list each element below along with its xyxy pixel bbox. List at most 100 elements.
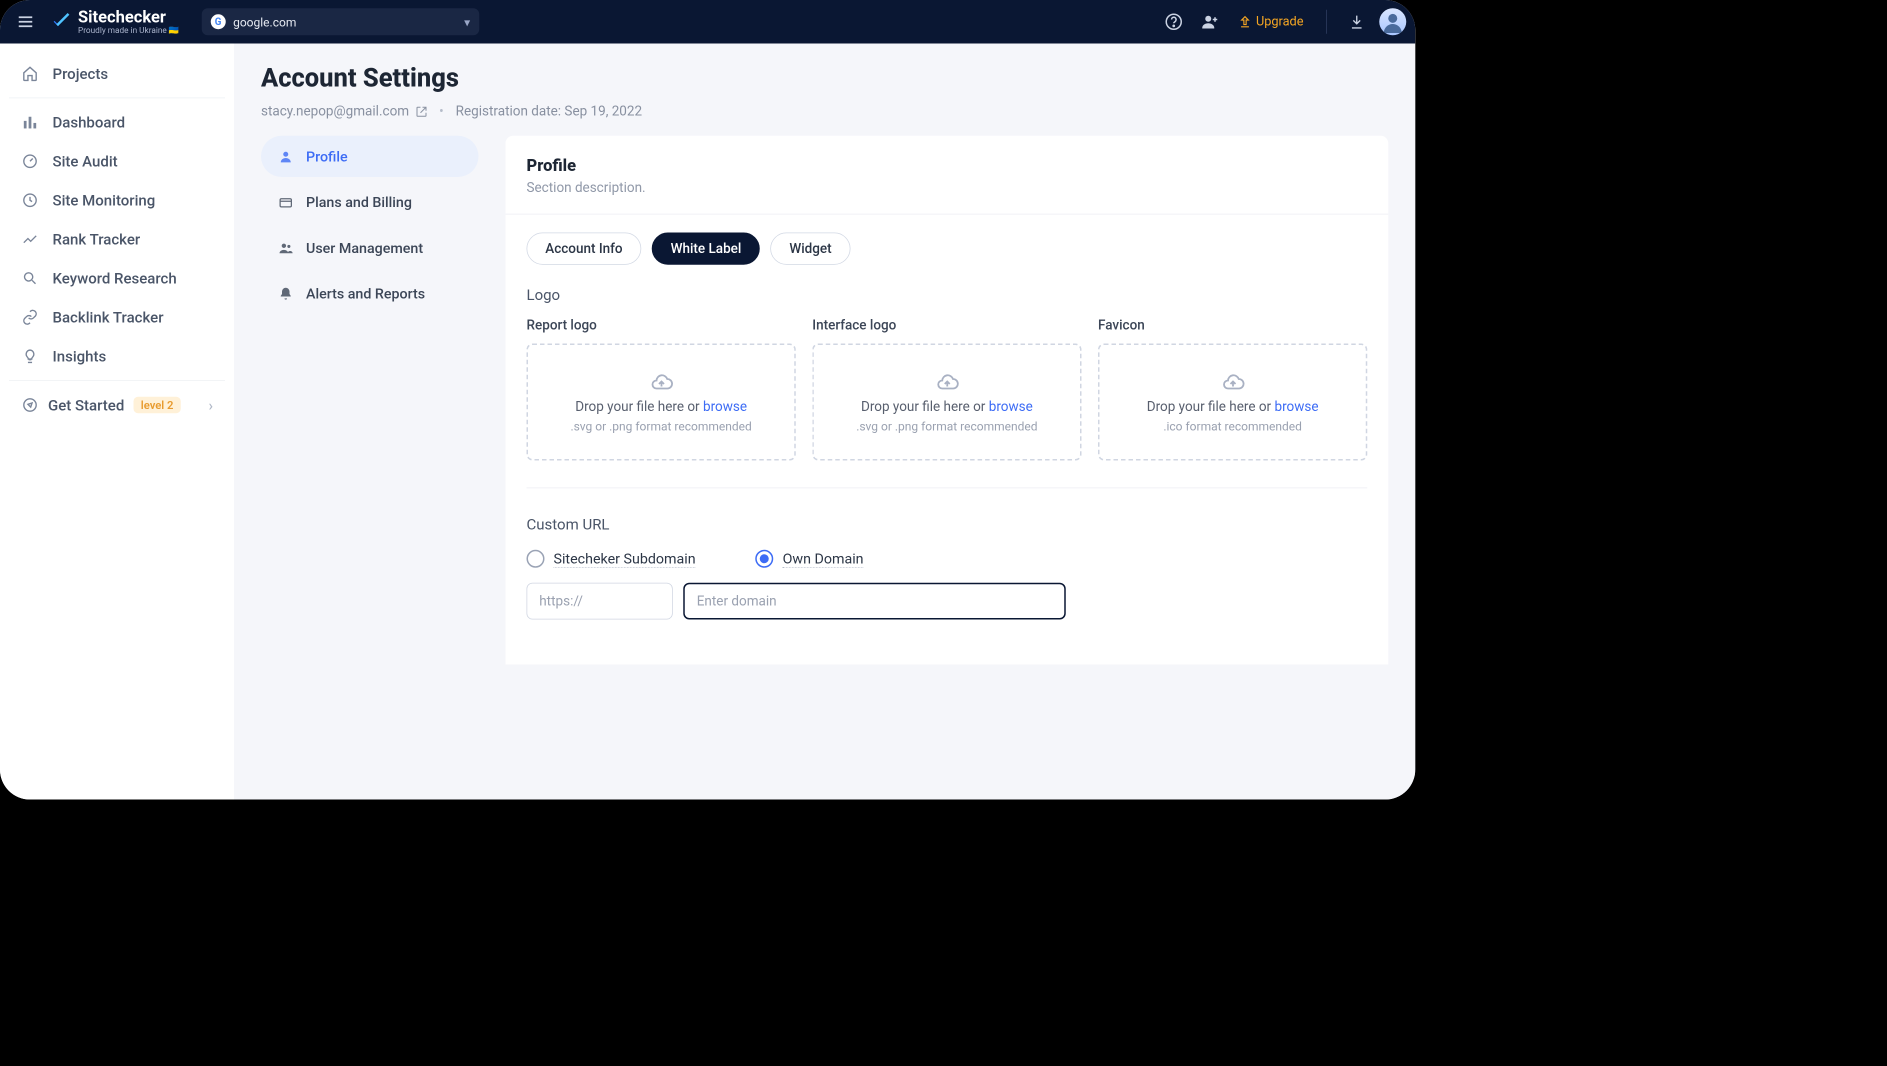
browse-link[interactable]: browse xyxy=(703,399,747,415)
section-label: Alerts and Reports xyxy=(306,285,425,302)
logo-section-label: Logo xyxy=(527,286,1368,304)
radio-label: Sitecheker Subdomain xyxy=(554,550,696,568)
section-nav-plans-billing[interactable]: Plans and Billing xyxy=(261,182,479,223)
profile-tabs: Account Info White Label Widget xyxy=(527,233,1368,265)
add-user-icon xyxy=(1200,13,1218,31)
radio-own-domain[interactable]: Own Domain xyxy=(756,550,864,568)
logo-checkmark-icon xyxy=(51,11,72,32)
favicon-dropzone[interactable]: Drop your file here or browse .ico forma… xyxy=(1098,344,1367,461)
divider xyxy=(527,488,1368,489)
main-content: Account Settings stacy.nepop@gmail.com •… xyxy=(234,44,1415,800)
home-icon xyxy=(21,65,39,83)
sidebar-label: Dashboard xyxy=(53,113,126,131)
sidebar-label: Get Started xyxy=(48,396,124,414)
sidebar-item-get-started[interactable]: Get Started level 2 › xyxy=(0,386,234,425)
compass-icon xyxy=(21,396,39,414)
sidebar-label: Site Audit xyxy=(53,152,118,170)
brand-tagline: Proudly made in Ukraine 🇺🇦 xyxy=(78,26,179,36)
sidebar: Projects Dashboard Site Audit Site Monit… xyxy=(0,44,234,800)
favicon-label: Favicon xyxy=(1098,317,1367,333)
person-icon xyxy=(278,148,295,165)
help-button[interactable] xyxy=(1160,8,1187,35)
drop-text: Drop your file here or browse xyxy=(861,399,1033,415)
domain-input[interactable] xyxy=(683,583,1066,620)
sidebar-item-rank-tracker[interactable]: Rank Tracker xyxy=(0,220,234,259)
menu-toggle-button[interactable] xyxy=(9,5,42,38)
sidebar-item-site-audit[interactable]: Site Audit xyxy=(0,142,234,181)
sidebar-item-projects[interactable]: Projects xyxy=(0,54,234,93)
topbar: Sitechecker Proudly made in Ukraine 🇺🇦 G… xyxy=(0,0,1415,44)
external-link-icon xyxy=(415,105,427,117)
sidebar-label: Insights xyxy=(53,347,107,365)
browse-link[interactable]: browse xyxy=(989,399,1033,415)
site-selector[interactable]: G google.com ▾ xyxy=(202,8,480,35)
users-icon xyxy=(278,240,295,257)
protocol-input xyxy=(527,583,673,620)
report-logo-dropzone[interactable]: Drop your file here or browse .svg or .p… xyxy=(527,344,796,461)
download-button[interactable] xyxy=(1343,8,1370,35)
drop-text: Drop your file here or browse xyxy=(1147,399,1319,415)
profile-panel: Profile Section description. Account Inf… xyxy=(506,136,1389,665)
lightbulb-icon xyxy=(21,347,39,365)
search-icon xyxy=(21,269,39,287)
chevron-right-icon: › xyxy=(208,396,213,414)
upgrade-icon xyxy=(1238,15,1252,29)
cloud-upload-icon xyxy=(1221,371,1245,395)
chevron-down-icon: ▾ xyxy=(464,15,470,29)
brand-name: Sitechecker xyxy=(78,8,179,27)
browse-link[interactable]: browse xyxy=(1274,399,1318,415)
section-label: User Management xyxy=(306,239,423,256)
sidebar-item-dashboard[interactable]: Dashboard xyxy=(0,103,234,142)
bell-icon xyxy=(278,285,295,302)
format-hint: .svg or .png format recommended xyxy=(856,419,1037,433)
section-label: Profile xyxy=(306,148,348,165)
radio-sitechecker-subdomain[interactable]: Sitecheker Subdomain xyxy=(527,550,696,568)
divider xyxy=(1326,10,1327,34)
download-icon xyxy=(1349,14,1366,31)
custom-url-label: Custom URL xyxy=(527,515,1368,533)
sidebar-item-site-monitoring[interactable]: Site Monitoring xyxy=(0,181,234,220)
sidebar-label: Backlink Tracker xyxy=(53,308,164,326)
brand-logo[interactable]: Sitechecker Proudly made in Ukraine 🇺🇦 xyxy=(51,8,179,35)
panel-description: Section description. xyxy=(527,180,1368,196)
avatar-icon xyxy=(1379,8,1406,35)
tab-account-info[interactable]: Account Info xyxy=(527,233,642,265)
panel-title: Profile xyxy=(527,157,1368,176)
divider xyxy=(506,214,1389,215)
dashboard-icon xyxy=(21,113,39,131)
interface-logo-label: Interface logo xyxy=(812,317,1081,333)
account-meta: stacy.nepop@gmail.com • Registration dat… xyxy=(261,104,1388,120)
hamburger-icon xyxy=(17,13,35,31)
gauge-icon xyxy=(21,152,39,170)
radio-icon xyxy=(527,550,545,568)
separator-dot: • xyxy=(439,104,444,120)
radio-label: Own Domain xyxy=(783,550,864,568)
tab-white-label[interactable]: White Label xyxy=(652,233,760,265)
section-nav-alerts-reports[interactable]: Alerts and Reports xyxy=(261,273,479,314)
user-avatar[interactable] xyxy=(1379,8,1406,35)
link-icon xyxy=(21,308,39,326)
report-logo-label: Report logo xyxy=(527,317,796,333)
tab-widget[interactable]: Widget xyxy=(771,233,851,265)
format-hint: .ico format recommended xyxy=(1163,419,1302,433)
google-favicon-icon: G xyxy=(211,14,226,29)
card-icon xyxy=(278,194,295,211)
trend-icon xyxy=(21,230,39,248)
section-label: Plans and Billing xyxy=(306,194,412,211)
radio-icon xyxy=(756,550,774,568)
drop-text: Drop your file here or browse xyxy=(575,399,747,415)
sidebar-item-insights[interactable]: Insights xyxy=(0,337,234,376)
divider xyxy=(9,380,225,381)
site-selector-value: google.com xyxy=(233,15,296,29)
section-nav-profile[interactable]: Profile xyxy=(261,136,479,177)
page-title: Account Settings xyxy=(261,63,1388,93)
upgrade-button[interactable]: Upgrade xyxy=(1238,14,1304,29)
account-email[interactable]: stacy.nepop@gmail.com xyxy=(261,104,427,120)
add-user-button[interactable] xyxy=(1196,8,1223,35)
upgrade-label: Upgrade xyxy=(1256,14,1304,29)
sidebar-item-keyword-research[interactable]: Keyword Research xyxy=(0,259,234,298)
interface-logo-dropzone[interactable]: Drop your file here or browse .svg or .p… xyxy=(812,344,1081,461)
sidebar-item-backlink-tracker[interactable]: Backlink Tracker xyxy=(0,298,234,337)
section-nav-user-management[interactable]: User Management xyxy=(261,227,479,268)
sidebar-label: Rank Tracker xyxy=(53,230,141,248)
